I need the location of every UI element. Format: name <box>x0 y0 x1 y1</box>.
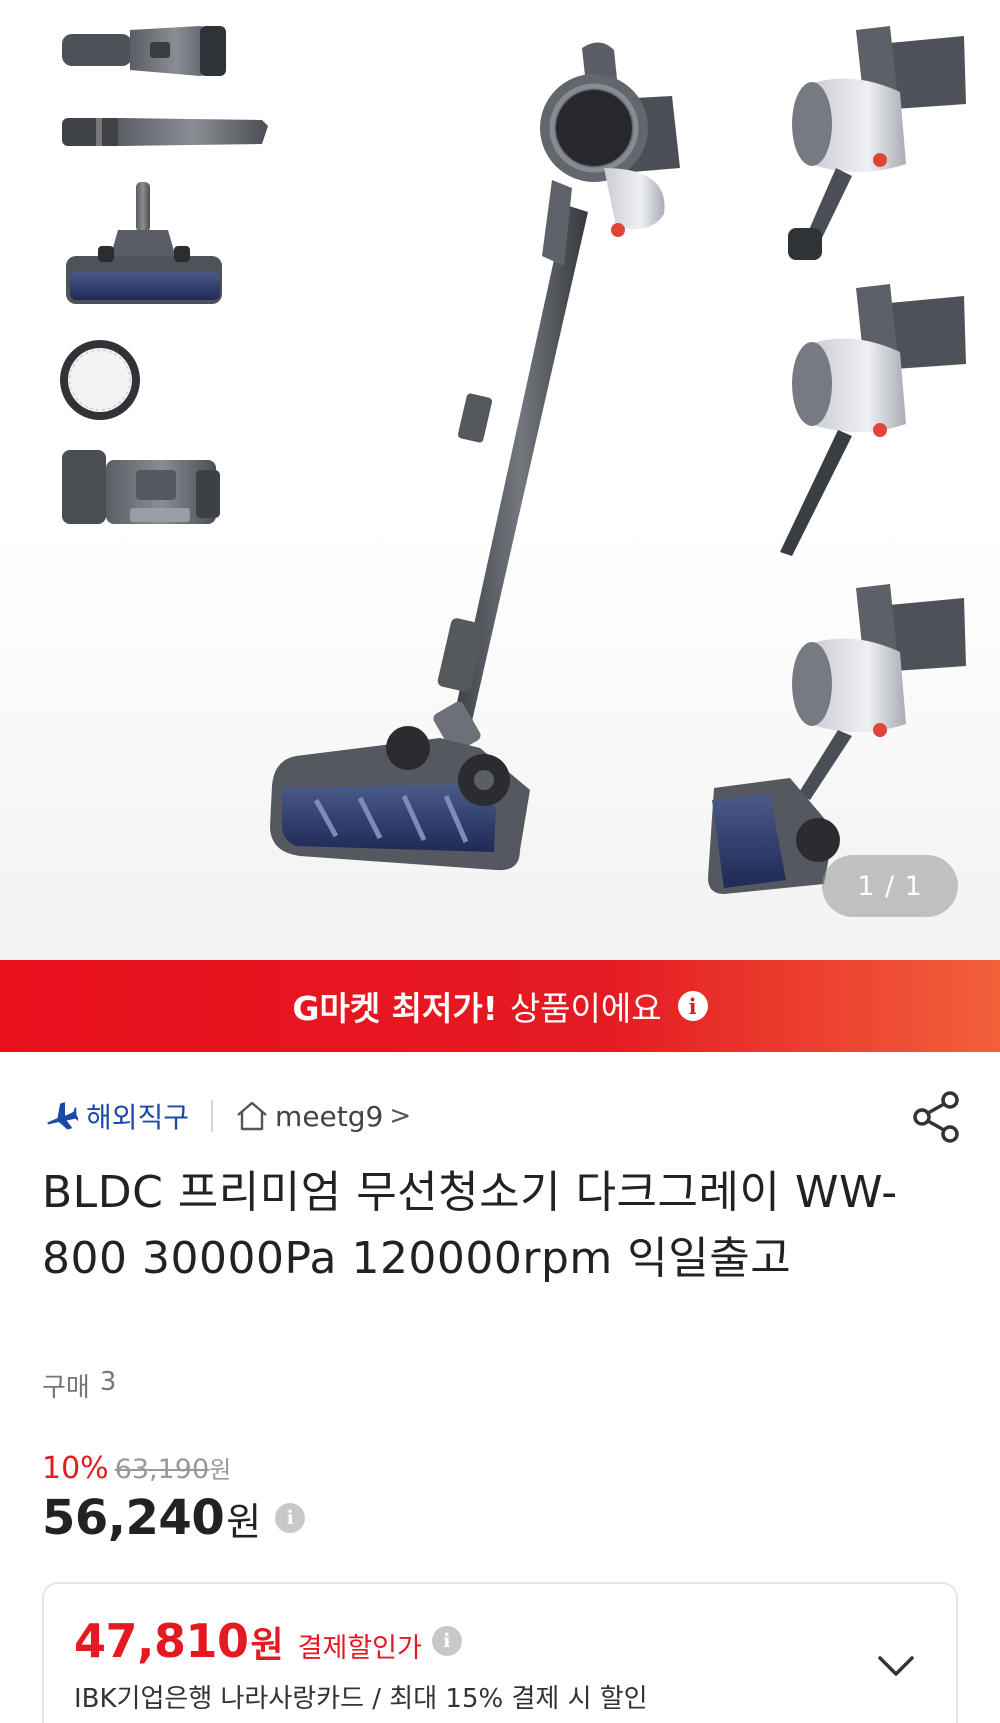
chevron-right-icon: > <box>389 1101 412 1131</box>
image-counter: 1 / 1 <box>822 855 958 917</box>
product-image <box>60 26 966 894</box>
airplane-icon <box>47 1102 78 1130</box>
banner-highlight: G마켓 최저가! <box>292 989 498 1028</box>
accessory-brush-tool <box>62 26 226 76</box>
product-image-gallery[interactable]: 1 / 1 <box>0 0 1000 960</box>
price-info-icon[interactable]: i <box>275 1503 306 1533</box>
product-title: BLDC 프리미엄 무선청소기 다크그레이 WW-800 30000Pa 120… <box>42 1167 898 1284</box>
main-vacuum <box>270 42 680 871</box>
divider <box>211 1100 214 1132</box>
badge-label: 해외직구 <box>86 1101 190 1134</box>
card-price-label: 결제할인가 <box>297 1633 422 1664</box>
seller-link[interactable]: meetg9 > <box>235 1100 411 1133</box>
card-price-value: 47,810 <box>74 1614 249 1668</box>
variant-with-floor-head <box>708 584 966 894</box>
discount-row: 10% 63,190 원 <box>42 1450 231 1486</box>
accessory-filter <box>60 340 140 420</box>
purchase-count: 구매 3 <box>42 1367 116 1404</box>
final-price: 56,240 <box>42 1490 225 1546</box>
card-discount-box[interactable]: 47,810 원 결제할인가 i IBK기업은행 나라사랑카드 / 최대 15%… <box>42 1582 958 1723</box>
home-icon <box>237 1101 267 1131</box>
purchase-number: 3 <box>99 1367 117 1397</box>
original-price-unit: 원 <box>209 1456 232 1484</box>
discount-rate: 10% <box>42 1451 109 1486</box>
share-icon[interactable] <box>912 1090 962 1144</box>
overseas-direct-badge[interactable]: 해외직구 <box>44 1096 189 1136</box>
accessory-wall-mount <box>62 450 220 524</box>
seller-name: meetg9 <box>275 1099 384 1133</box>
card-discount-price: 47,810 원 결제할인가 i <box>74 1614 462 1668</box>
chevron-down-icon[interactable] <box>874 1644 918 1688</box>
product-meta-row: 해외직구 meetg9 > <box>44 1093 964 1139</box>
accessory-floor-head <box>66 182 222 304</box>
banner-text: 상품이에요 <box>509 989 662 1028</box>
info-icon[interactable]: i <box>677 991 708 1021</box>
card-discount-description: IBK기업은행 나라사랑카드 / 최대 15% 결제 시 할인 <box>74 1684 648 1714</box>
variant-with-brush <box>788 26 966 260</box>
original-price: 63,190 <box>114 1454 210 1485</box>
card-info-icon[interactable]: i <box>431 1626 462 1656</box>
card-price-unit: 원 <box>250 1625 284 1666</box>
variant-with-crevice <box>780 284 966 556</box>
accessory-crevice-tool <box>62 118 268 146</box>
lowest-price-banner[interactable]: G마켓 최저가! 상품이에요 i <box>0 960 1000 1052</box>
final-price-row: 56,240 원 i <box>42 1490 306 1546</box>
final-price-unit: 원 <box>226 1499 262 1544</box>
purchase-label: 구매 <box>42 1373 90 1403</box>
